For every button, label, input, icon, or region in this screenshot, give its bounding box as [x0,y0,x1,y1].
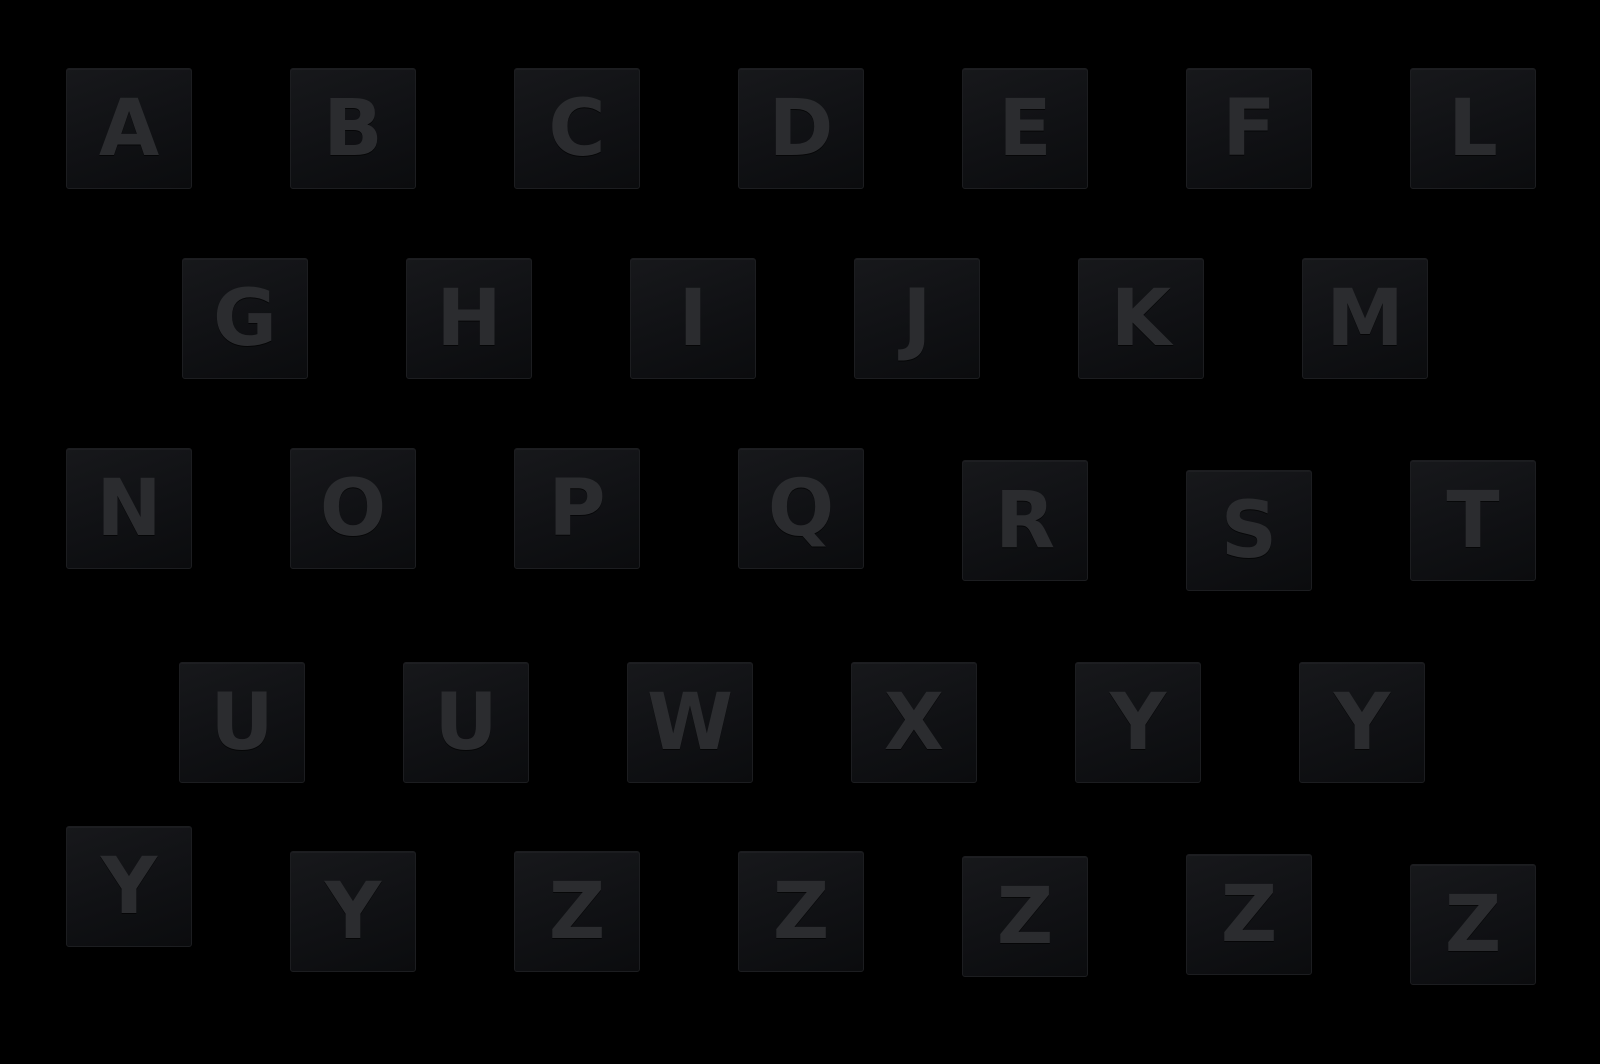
tile-letter: S [1220,485,1278,576]
tile-letter: J [902,273,932,364]
tile-letter: G [212,273,278,364]
letter-tile-h[interactable]: H [406,258,532,379]
letter-tile-s[interactable]: S [1186,470,1312,591]
letter-tile-j[interactable]: J [854,258,980,379]
letter-tile-r[interactable]: R [962,460,1088,581]
tile-letter: A [98,83,160,174]
tile-letter: E [998,83,1052,174]
letter-tile-i[interactable]: I [630,258,756,379]
tile-letter: Z [548,866,606,957]
tile-letter: Y [1109,677,1167,768]
letter-tile-b[interactable]: B [290,68,416,189]
letter-tile-z[interactable]: Z [1410,864,1536,985]
letter-tile-g[interactable]: G [182,258,308,379]
tile-letter: H [436,273,502,364]
tile-letter: O [319,463,387,554]
letter-tile-n[interactable]: N [66,448,192,569]
tile-letter: M [1326,273,1404,364]
letter-tile-l[interactable]: L [1410,68,1536,189]
tile-letter: R [994,475,1056,566]
tile-letter: D [768,83,834,174]
letter-tile-c[interactable]: C [514,68,640,189]
tile-letter: C [548,83,606,174]
tile-letter: W [646,677,734,768]
tile-letter: Z [772,866,830,957]
tile-letter: K [1110,273,1172,364]
letter-tile-p[interactable]: P [514,448,640,569]
letter-tile-k[interactable]: K [1078,258,1204,379]
tile-letter: L [1448,83,1498,174]
letter-tile-e[interactable]: E [962,68,1088,189]
tile-letter: T [1446,475,1500,566]
tile-letter: Y [1333,677,1391,768]
tile-letter: Y [100,841,158,932]
tile-letter: B [323,83,383,174]
letter-tile-a[interactable]: A [66,68,192,189]
letter-tile-z[interactable]: Z [1186,854,1312,975]
letter-tile-z[interactable]: Z [738,851,864,972]
tile-letter: P [548,463,606,554]
letter-tile-u[interactable]: U [179,662,305,783]
letter-tile-x[interactable]: X [851,662,977,783]
letter-tile-f[interactable]: F [1186,68,1312,189]
letter-tile-y[interactable]: Y [1075,662,1201,783]
letter-tile-y[interactable]: Y [66,826,192,947]
tile-letter: I [678,273,708,364]
letter-tile-z[interactable]: Z [962,856,1088,977]
letter-tile-y[interactable]: Y [1299,662,1425,783]
letter-tile-d[interactable]: D [738,68,864,189]
letter-tile-o[interactable]: O [290,448,416,569]
tile-letter: U [434,677,498,768]
tile-letter: Z [996,871,1054,962]
letter-tile-y[interactable]: Y [290,851,416,972]
letter-tile-z[interactable]: Z [514,851,640,972]
letter-tile-u[interactable]: U [403,662,529,783]
tile-letter: Y [324,866,382,957]
tile-letter: F [1222,83,1276,174]
letter-tile-m[interactable]: M [1302,258,1428,379]
tile-letter: Q [767,463,835,554]
letter-tile-q[interactable]: Q [738,448,864,569]
letter-tile-board: A B C D E F L G H I J K M N O P Q R S T U U W X Y Y Y Y Z Z Z Z Z [0,0,1600,1064]
letter-tile-w[interactable]: W [627,662,753,783]
tile-letter: Z [1444,879,1502,970]
tile-letter: N [96,463,162,554]
tile-letter: X [883,677,945,768]
letter-tile-t[interactable]: T [1410,460,1536,581]
tile-letter: U [210,677,274,768]
tile-letter: Z [1220,869,1278,960]
